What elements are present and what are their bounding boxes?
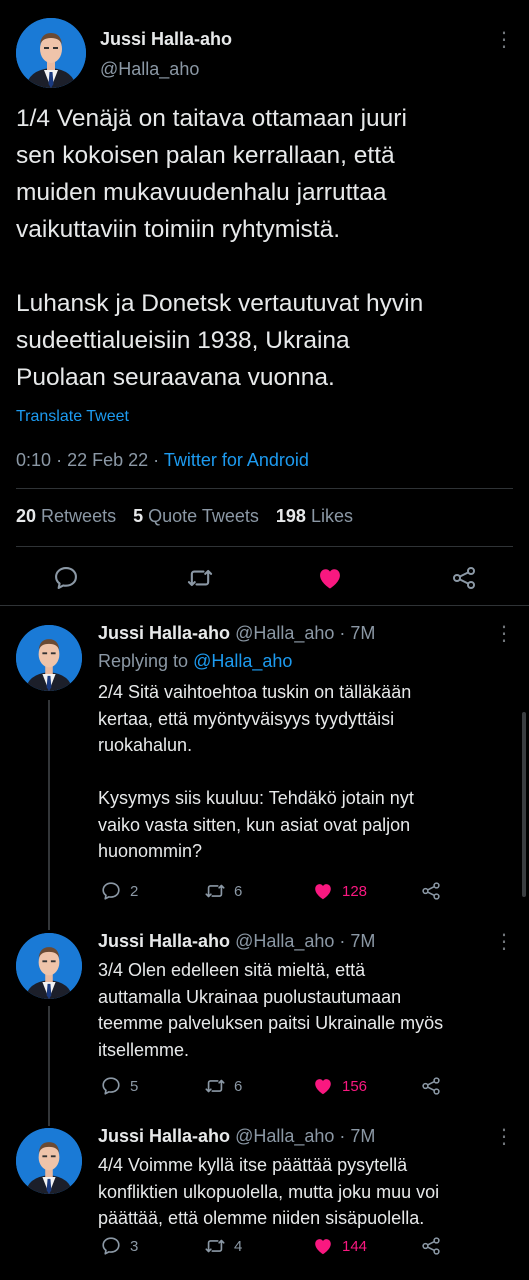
avatar[interactable] — [16, 1128, 82, 1194]
main-tweet: Jussi Halla-aho @Halla_aho ⋮ 1/4 Venäjä … — [0, 0, 529, 606]
tweet-actions — [0, 560, 529, 596]
retweet-button[interactable]: 6 — [204, 1074, 242, 1098]
reply-header: Jussi Halla-aho @Halla_aho · 7M — [98, 1126, 375, 1147]
tweet-stats: 20 Retweets 5 Quote Tweets 198 Likes — [16, 506, 365, 527]
tweet-text: 1/4 Venäjä on taitava ottamaan juuri sen… — [16, 105, 424, 391]
author-name[interactable]: Jussi Halla-aho — [98, 931, 230, 951]
reply-actions: 5 6 156 — [98, 1074, 458, 1098]
scrollbar[interactable] — [522, 712, 526, 897]
reply-button[interactable]: 2 — [100, 879, 138, 903]
avatar[interactable] — [16, 625, 82, 691]
like-button[interactable]: 128 — [312, 879, 367, 903]
thread-line — [48, 700, 50, 930]
author-handle[interactable]: @Halla_aho — [100, 59, 199, 80]
more-options-icon[interactable]: ⋮ — [494, 1127, 514, 1147]
tweet-date: 22 Feb 22 — [67, 450, 149, 470]
retweet-icon[interactable] — [186, 564, 214, 592]
retweets-stat[interactable]: 20 Retweets — [16, 506, 116, 526]
author-handle[interactable]: @Halla_aho — [235, 931, 334, 951]
comment-icon[interactable] — [52, 564, 80, 592]
retweet-button[interactable]: 6 — [204, 879, 242, 903]
divider — [16, 546, 513, 547]
replying-to-link[interactable]: @Halla_aho — [193, 651, 292, 671]
avatar[interactable] — [16, 18, 86, 88]
reply-button[interactable]: 5 — [100, 1074, 138, 1098]
reply-text: 2/4 Sitä vaihtoehtoa tuskin on tälläkään… — [98, 682, 414, 861]
author-name[interactable]: Jussi Halla-aho — [98, 623, 230, 643]
more-options-icon[interactable]: ⋮ — [494, 30, 514, 50]
like-button[interactable]: 156 — [312, 1074, 367, 1098]
reply-header: Jussi Halla-aho @Halla_aho · 7M — [98, 623, 375, 644]
share-icon[interactable] — [420, 1234, 450, 1258]
divider — [16, 488, 513, 489]
like-icon[interactable] — [316, 564, 344, 592]
likes-stat[interactable]: 198 Likes — [276, 506, 353, 526]
avatar[interactable] — [16, 933, 82, 999]
tweet-age: · 7M — [339, 623, 376, 643]
more-options-icon[interactable]: ⋮ — [494, 932, 514, 952]
reply-actions: 3 4 144 — [98, 1234, 458, 1258]
share-icon[interactable] — [450, 564, 478, 592]
author-name[interactable]: Jussi Halla-aho — [98, 1126, 230, 1146]
thread-line — [48, 1006, 50, 1126]
reply-text: 3/4 Olen edelleen sitä mieltä, että autt… — [98, 960, 444, 1060]
retweet-button[interactable]: 4 — [204, 1234, 242, 1258]
tweet-meta: 0:10 · 22 Feb 22 · Twitter for Android — [16, 450, 309, 470]
tweet-time: 0:10 — [16, 450, 52, 470]
tweet-age: · 7M — [339, 1126, 376, 1146]
share-icon[interactable] — [420, 1074, 450, 1098]
reply-header: Jussi Halla-aho @Halla_aho · 7M — [98, 931, 375, 952]
tweet-source-link[interactable]: Twitter for Android — [164, 450, 309, 470]
author-name[interactable]: Jussi Halla-aho — [100, 29, 232, 50]
translate-tweet-link[interactable]: Translate Tweet — [16, 408, 129, 426]
reply-button[interactable]: 3 — [100, 1234, 138, 1258]
reply-actions: 2 6 128 — [98, 879, 458, 903]
author-handle[interactable]: @Halla_aho — [235, 623, 334, 643]
author-handle[interactable]: @Halla_aho — [235, 1126, 334, 1146]
like-button[interactable]: 144 — [312, 1234, 367, 1258]
replying-to: Replying to @Halla_aho — [98, 651, 293, 671]
more-options-icon[interactable]: ⋮ — [494, 624, 514, 644]
reply-text: 4/4 Voimme kyllä itse päättää pysytellä … — [98, 1155, 440, 1228]
quote-tweets-stat[interactable]: 5 Quote Tweets — [133, 506, 259, 526]
share-icon[interactable] — [420, 879, 450, 903]
tweet-age: · 7M — [339, 931, 376, 951]
